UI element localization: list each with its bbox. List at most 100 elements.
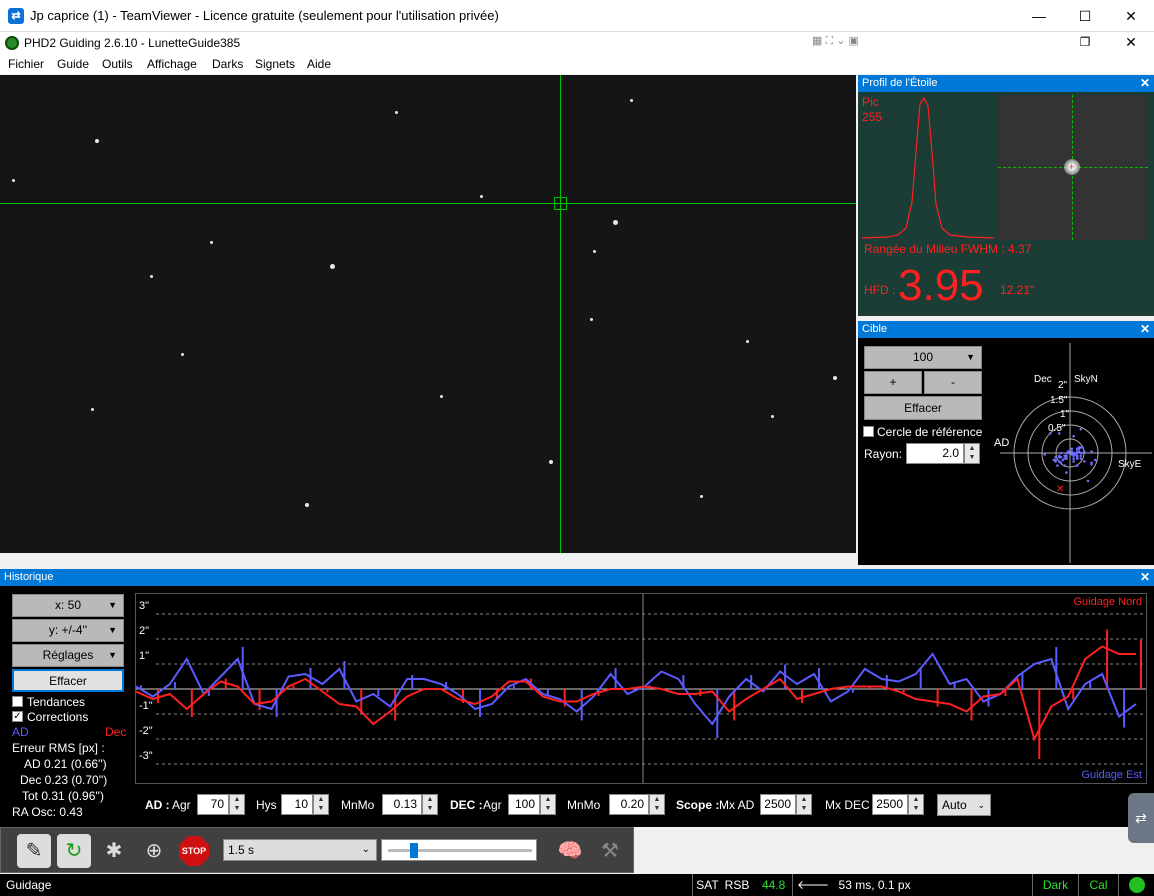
main-toolbar: ✎ ↻ ✱ ⊕ STOP 1.5 s ⌄ 🧠 ⚒ <box>0 827 634 873</box>
ad-group-label: AD : <box>145 798 170 812</box>
chevron-down-icon: ▼ <box>108 600 117 610</box>
menu-affichage[interactable]: Affichage <box>147 57 197 71</box>
target-point <box>1043 453 1047 456</box>
dec-mode-select[interactable]: Auto ⌄ <box>937 794 991 816</box>
dec-aggression-spinner[interactable]: ▲ ▼ <box>540 794 556 815</box>
legend-east: Guidage Est <box>1081 769 1142 781</box>
star <box>150 275 153 278</box>
exposure-select[interactable]: 1.5 s ⌄ <box>223 839 377 861</box>
ad-agr-label: Agr <box>172 798 191 812</box>
star <box>95 139 99 143</box>
target-point <box>1059 461 1063 465</box>
correction-bar <box>733 689 736 721</box>
fwhm-text: Rangée du Milieu FWHM : 4.37 <box>864 242 1032 256</box>
arrow-left-icon: 🡐 <box>797 878 830 892</box>
menu-aide[interactable]: Aide <box>307 57 331 71</box>
history-clear-button[interactable]: Effacer <box>12 669 124 692</box>
menu-outils[interactable]: Outils <box>102 57 133 71</box>
target-scale-value: 100 <box>912 350 934 364</box>
dec-mode-value: Auto <box>942 798 967 812</box>
exposure-value: 1.5 s <box>228 843 255 857</box>
app-close-button[interactable]: ✕ <box>1108 30 1154 54</box>
ra-osc: RA Osc: 0.43 <box>12 805 83 819</box>
target-header: Cible ✕ <box>858 321 1154 338</box>
target-point <box>1061 458 1065 462</box>
y-tick-2: 2" <box>139 625 150 637</box>
ad-aggression-input[interactable]: 70 <box>197 794 229 815</box>
target-point <box>1090 450 1093 453</box>
target-point <box>1079 454 1083 458</box>
gamma-slider[interactable] <box>381 839 537 861</box>
dec-minmove-input[interactable]: 0.20 <box>609 794 649 815</box>
y-scale-select[interactable]: y: +/-4'' ▼ <box>12 619 124 642</box>
target-point <box>1056 464 1059 467</box>
menu-guide[interactable]: Guide <box>57 57 89 71</box>
dec-aggression-input[interactable]: 100 <box>508 794 540 815</box>
star <box>590 318 593 321</box>
trends-checkbox[interactable] <box>12 696 23 707</box>
star-profile-close-icon[interactable]: ✕ <box>1140 75 1150 92</box>
hfd-label: HFD : <box>864 283 896 297</box>
menu-fichier[interactable]: Fichier <box>8 57 44 71</box>
target-clear-button[interactable]: Effacer <box>864 396 982 420</box>
auto-select-star-icon[interactable]: ✱ <box>97 834 131 868</box>
mx-dec-label: Mx DEC <box>825 798 870 812</box>
guide-crosshair-icon[interactable]: ⊕ <box>137 834 171 868</box>
x-scale-select[interactable]: x: 50 ▼ <box>12 594 124 617</box>
hysteresis-spinner[interactable]: ▲ ▼ <box>313 794 329 815</box>
y-tick-m1: -1" <box>139 700 153 712</box>
chevron-down-icon: ▼ <box>108 650 117 660</box>
hfd-value: 3.95 <box>898 261 984 310</box>
target-point <box>1090 461 1093 465</box>
ad-minmove-spinner[interactable]: ▲ ▼ <box>422 794 438 815</box>
ref-circle-checkbox[interactable] <box>863 426 874 437</box>
zoom-out-button[interactable]: - <box>924 371 982 394</box>
history-title: Historique <box>4 571 54 583</box>
menu-darks[interactable]: Darks <box>212 57 243 71</box>
target-title: Cible <box>862 323 888 335</box>
loop-pencil-icon[interactable]: ✎ <box>17 834 51 868</box>
equipment-wrench-icon[interactable]: ⚒ <box>593 834 627 868</box>
max-ad-input[interactable]: 2500 <box>760 794 796 815</box>
slider-thumb[interactable] <box>410 843 418 858</box>
radius-spinner[interactable]: ▲ ▼ <box>964 443 980 464</box>
hysteresis-input[interactable]: 10 <box>281 794 313 815</box>
teamviewer-side-panel-icon[interactable]: ⇄ <box>1128 793 1154 843</box>
max-dec-input[interactable]: 2500 <box>872 794 908 815</box>
dec-minmove-spinner[interactable]: ▲ ▼ <box>649 794 665 815</box>
target-scale-select[interactable]: 100 ▼ <box>864 346 982 369</box>
target-point <box>1059 455 1063 459</box>
zoom-in-button[interactable]: + <box>864 371 922 394</box>
settings-select[interactable]: Réglages ▼ <box>12 644 124 667</box>
loop-exposure-icon[interactable]: ↻ <box>57 834 91 868</box>
target-close-icon[interactable]: ✕ <box>1140 321 1150 338</box>
chevron-down-icon: ⌄ <box>361 844 370 855</box>
guide-star-box <box>554 197 567 210</box>
ad-aggression-spinner[interactable]: ▲ ▼ <box>229 794 245 815</box>
minimize-button[interactable]: — <box>1016 0 1062 32</box>
max-ad-spinner[interactable]: ▲ ▼ <box>796 794 812 815</box>
ad-minmove-input[interactable]: 0.13 <box>382 794 422 815</box>
target-panel: Cible ✕ 100 ▼ + - Effacer Cercle de réfé… <box>858 321 1154 565</box>
brain-icon[interactable]: 🧠 <box>553 834 587 868</box>
restore-button[interactable]: ❐ <box>1062 30 1108 54</box>
chevron-down-icon: ▼ <box>966 352 975 362</box>
history-graph[interactable]: 3" 2" 1" -1" -2" -3" Guidage Nord Guidag… <box>135 593 1147 784</box>
mx-ad-label: Mx AD <box>719 798 755 812</box>
stop-icon[interactable]: STOP <box>177 834 211 868</box>
max-dec-spinner[interactable]: ▲ ▼ <box>908 794 924 815</box>
close-button[interactable]: ✕ <box>1108 0 1154 32</box>
camera-image-view[interactable] <box>0 75 856 553</box>
menu-signets[interactable]: Signets <box>255 57 295 71</box>
target-point <box>1072 434 1075 438</box>
maximize-button[interactable]: ☐ <box>1062 0 1108 32</box>
star <box>746 340 749 343</box>
history-close-icon[interactable]: ✕ <box>1140 569 1150 586</box>
star <box>700 495 703 498</box>
corrections-checkbox[interactable]: ✓ <box>12 711 23 722</box>
target-point <box>1072 460 1075 463</box>
settings-label: Réglages <box>42 648 94 662</box>
teamviewer-controls-icon[interactable]: ▦ ⛶ ⌄ ▣ <box>812 34 872 50</box>
radius-input[interactable]: 2.0 <box>906 443 964 464</box>
target-point <box>1093 458 1097 462</box>
